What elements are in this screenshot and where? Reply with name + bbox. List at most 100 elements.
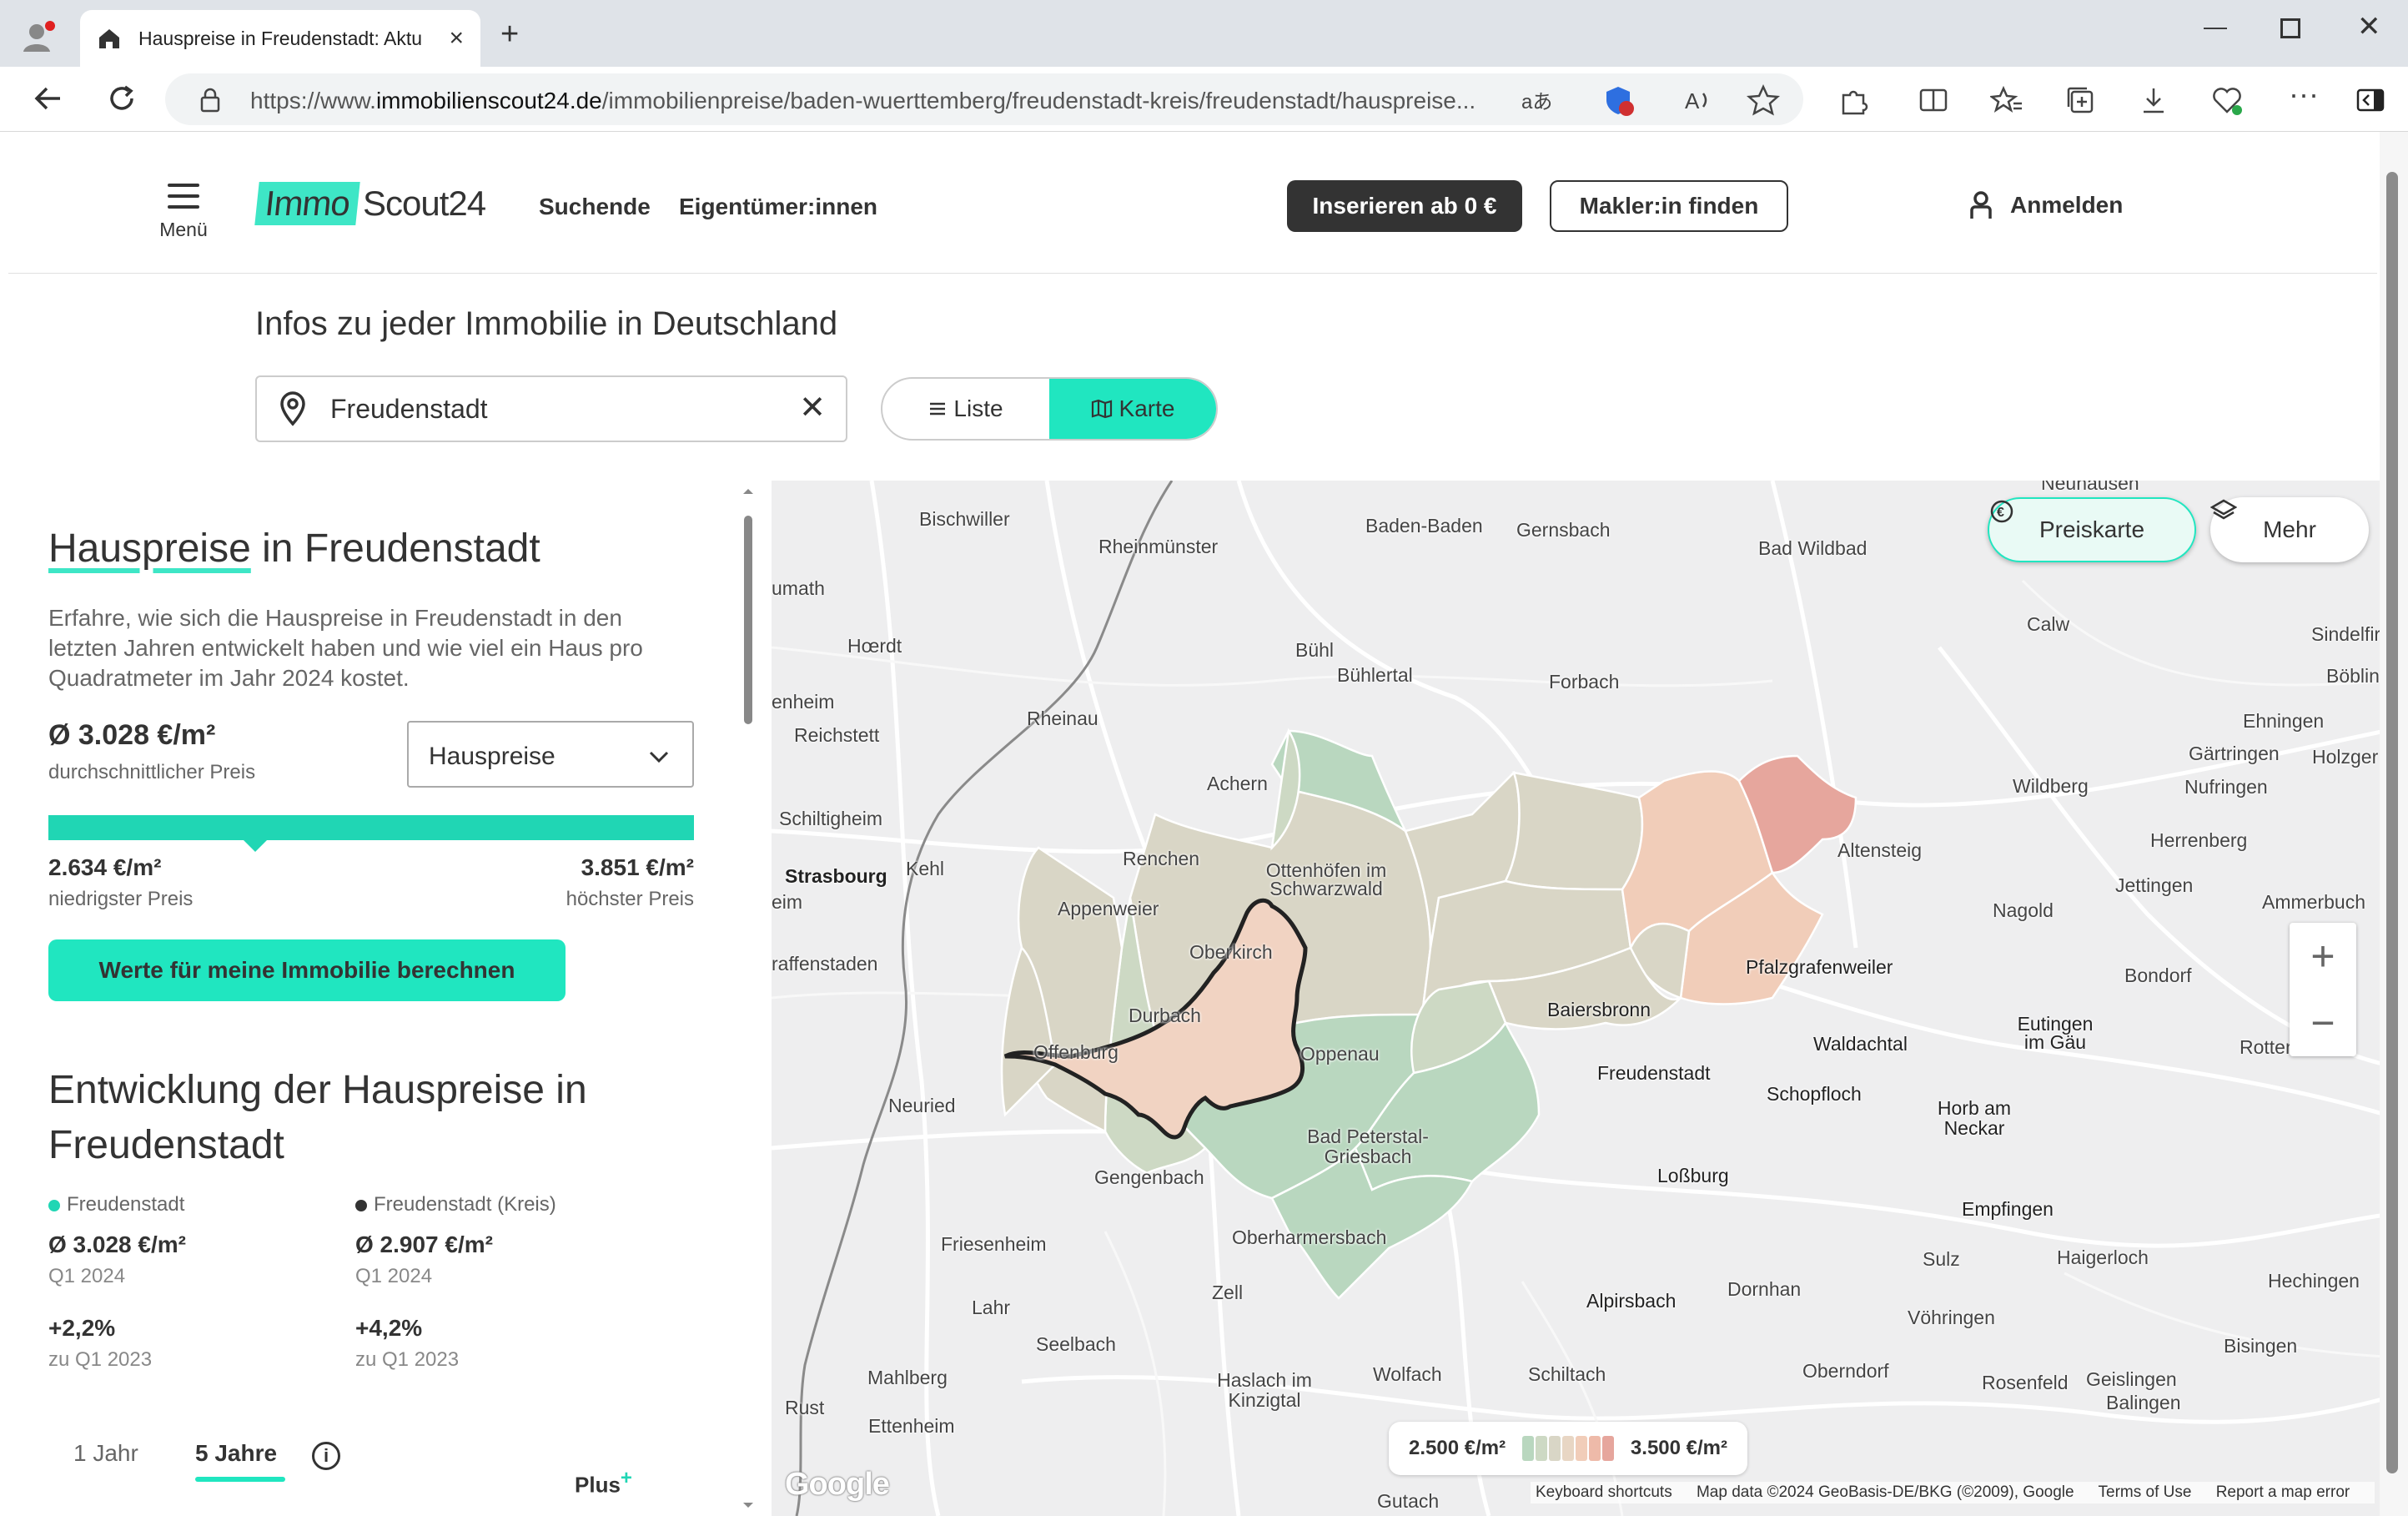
login-button[interactable]: Anmelden: [1968, 190, 2123, 220]
collections-icon[interactable]: [2064, 83, 2097, 117]
preiskarte-button[interactable]: € Preiskarte: [1988, 497, 2196, 562]
keyboard-shortcuts-link[interactable]: Keyboard shortcuts: [1536, 1483, 1672, 1501]
page-scroll-thumb[interactable]: [2386, 172, 2398, 1473]
zoom-out-button[interactable]: −: [2290, 990, 2356, 1056]
browser-toolbar: https://www.immobilienscout24.de/immobil…: [0, 67, 2408, 132]
place-label: Renchen: [1123, 848, 1200, 869]
place-label: Neuhausen: [2041, 481, 2139, 494]
place-label: Friesenheim: [941, 1233, 1047, 1255]
place-label: Gärtringen: [2189, 743, 2280, 764]
reload-icon[interactable]: [105, 82, 138, 120]
place-label: Oberharmersbach: [1232, 1226, 1387, 1248]
nav-suchende[interactable]: Suchende: [539, 194, 651, 220]
place-label: Bad Wildbad: [1758, 537, 1868, 559]
place-label: Schiltach: [1528, 1363, 1606, 1385]
performance-icon[interactable]: [2210, 83, 2244, 117]
new-tab-icon[interactable]: +: [500, 18, 519, 50]
menu-button[interactable]: Menü: [142, 184, 225, 241]
terms-link[interactable]: Terms of Use: [2099, 1483, 2192, 1501]
panel-scrollbar[interactable]: [740, 482, 757, 1516]
tab-1-jahr[interactable]: 1 Jahr: [73, 1440, 138, 1467]
read-aloud-icon[interactable]: A: [1682, 83, 1715, 117]
zoom-in-button[interactable]: +: [2290, 923, 2356, 990]
scale-swatches: [1522, 1436, 1614, 1461]
place-label: Gengenbach: [1094, 1166, 1204, 1188]
place-label: Lahr: [972, 1297, 1011, 1318]
place-label: Offenburg: [1033, 1041, 1119, 1063]
split-screen-icon[interactable]: [1917, 83, 1950, 117]
scroll-down-icon[interactable]: [740, 1498, 757, 1514]
favorites-icon[interactable]: [1990, 83, 2023, 117]
map-icon: [1091, 399, 1112, 419]
place-label: Baiersbronn: [1547, 999, 1651, 1020]
series-change-ref: zu Q1 2023: [48, 1348, 153, 1371]
find-agent-button[interactable]: Makler:in finden: [1550, 180, 1788, 232]
profile-icon[interactable]: [20, 18, 57, 55]
series-period: Q1 2024: [48, 1265, 126, 1287]
hamburger-icon: [168, 184, 199, 209]
place-label: Strasbourg: [785, 865, 887, 887]
place-label: Horb am Neckar: [1937, 1097, 2012, 1139]
development-title: Entwicklung der Hauspreise in Freudensta…: [48, 1068, 587, 1167]
report-error-link[interactable]: Report a map error: [2216, 1483, 2350, 1501]
series-change: +2,2%: [48, 1315, 116, 1341]
close-window-icon[interactable]: ✕: [2357, 10, 2381, 43]
lock-icon[interactable]: [199, 88, 222, 113]
extensions-icon[interactable]: [1837, 83, 1870, 117]
browser-tab-bar: Hauspreise in Freudenstadt: Aktu × + — ✕: [0, 0, 2408, 67]
tab-close-icon[interactable]: ×: [449, 26, 464, 51]
sidebar-toggle-icon[interactable]: [2354, 83, 2387, 117]
price-map[interactable]: Bischwiller Rheinmünster Baden-Baden Ger…: [772, 481, 2385, 1516]
minimize-icon[interactable]: —: [2204, 13, 2227, 40]
place-label: umath: [772, 577, 825, 599]
place-label: Herrenberg: [2150, 829, 2248, 851]
scale-swatch: [1536, 1436, 1547, 1461]
tab-5-jahre[interactable]: 5 Jahre: [195, 1440, 286, 1482]
insert-listing-button[interactable]: Inserieren ab 0 €: [1287, 180, 1522, 232]
plus-badge[interactable]: Plus+: [575, 1467, 632, 1498]
translate-icon[interactable]: aあ: [1521, 85, 1555, 118]
nav-eigentuemer[interactable]: Eigentümer:innen: [679, 194, 877, 220]
place-label: Rotten: [2240, 1036, 2296, 1058]
clear-search-icon[interactable]: ✕: [799, 389, 826, 426]
place-label: Jettingen: [2115, 874, 2194, 896]
location-search-input[interactable]: Freudenstadt ✕: [255, 375, 847, 442]
place-label: Waldachtal: [1813, 1033, 1908, 1055]
immoscout24-logo[interactable]: Immo Scout24: [254, 179, 486, 229]
calculate-value-button[interactable]: Werte für meine Immobilie berechnen: [48, 939, 566, 1001]
place-label: Forbach: [1549, 671, 1620, 693]
scale-swatch: [1522, 1436, 1534, 1461]
place-label: Schiltigheim: [779, 808, 882, 829]
property-type-select[interactable]: Hauspreise: [407, 721, 694, 788]
favorite-star-icon[interactable]: [1747, 83, 1780, 117]
page-subtitle: Infos zu jeder Immobilie in Deutschland: [255, 305, 838, 342]
price-info-panel: Hauspreise in Freudenstadt Erfahre, wie …: [8, 482, 763, 1516]
back-icon[interactable]: [32, 82, 65, 120]
place-label: Hechingen: [2268, 1270, 2360, 1292]
place-label: Empfingen: [1962, 1198, 2054, 1220]
place-label: eim: [772, 891, 803, 913]
compare-column-district: Freudenstadt (Kreis) Ø 2.907 €/m² Q1 202…: [355, 1193, 672, 1372]
info-icon[interactable]: i: [312, 1442, 340, 1470]
page-scrollbar[interactable]: [2380, 132, 2408, 1516]
panel-description: Erfahre, wie sich die Hauspreise in Freu…: [48, 605, 643, 691]
shield-extension-icon[interactable]: [1601, 83, 1635, 117]
browser-tab-active[interactable]: Hauspreise in Freudenstadt: Aktu ×: [80, 10, 480, 67]
price-scale-legend: 2.500 €/m² 3.500 €/m²: [1389, 1422, 1747, 1475]
maximize-icon[interactable]: [2280, 18, 2300, 38]
scroll-thumb[interactable]: [744, 516, 752, 724]
min-price-label: niedrigster Preis: [48, 888, 194, 910]
view-list-button[interactable]: Liste: [882, 379, 1049, 439]
url-text[interactable]: https://www.immobilienscout24.de/immobil…: [250, 88, 1518, 114]
downloads-icon[interactable]: [2137, 83, 2170, 117]
scroll-up-icon[interactable]: [740, 482, 757, 499]
view-map-button[interactable]: Karte: [1049, 379, 1216, 439]
scale-min: 2.500 €/m²: [1409, 1437, 1506, 1459]
more-layers-button[interactable]: Mehr: [2210, 497, 2369, 562]
place-label: Vöhringen: [1908, 1307, 1995, 1328]
map-attribution: Keyboard shortcuts Map data ©2024 GeoBas…: [1531, 1482, 2375, 1503]
menu-label: Menü: [159, 219, 208, 240]
map-data-text: Map data ©2024 GeoBasis-DE/BKG (©2009), …: [1696, 1483, 2074, 1501]
panel-title: Hauspreise in Freudenstadt: [48, 526, 540, 571]
more-options-icon[interactable]: ···: [2289, 77, 2322, 111]
